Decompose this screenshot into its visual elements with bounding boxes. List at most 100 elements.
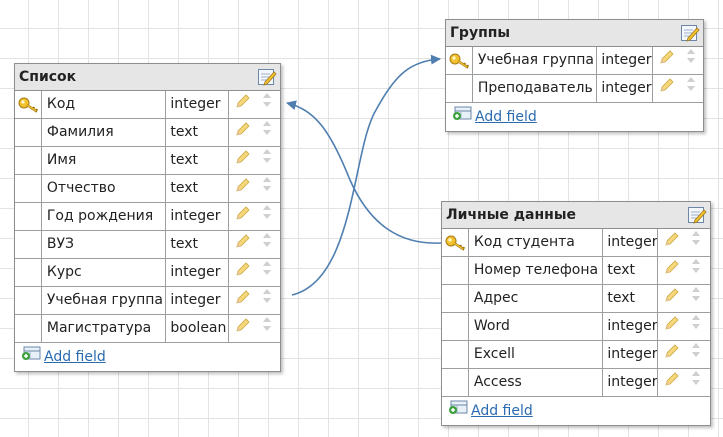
move-field-icon[interactable] — [261, 175, 273, 202]
field-type[interactable]: integer — [166, 259, 230, 286]
table-row[interactable]: Код integer — [15, 91, 280, 119]
table-row[interactable]: Access integer — [442, 369, 710, 397]
field-type[interactable]: integer — [597, 47, 654, 74]
edit-field-pencil-icon[interactable] — [664, 230, 680, 256]
table-row[interactable]: Учебная группа integer — [446, 47, 703, 75]
move-field-icon[interactable] — [690, 313, 702, 340]
move-field-icon[interactable] — [261, 231, 273, 258]
table-row[interactable]: Курс integer — [15, 259, 280, 287]
field-type[interactable]: text — [166, 175, 230, 202]
field-type[interactable]: integer — [166, 91, 230, 118]
edit-field-pencil-icon[interactable] — [664, 314, 680, 340]
table-row[interactable]: ВУЗ text — [15, 231, 280, 259]
move-field-icon[interactable] — [261, 147, 273, 174]
table-title[interactable]: Личные данные — [442, 202, 710, 229]
field-actions — [658, 257, 710, 284]
edit-table-icon[interactable] — [680, 23, 700, 52]
field-name[interactable]: Код студента — [469, 229, 604, 256]
field-name[interactable]: Учебная группа — [473, 47, 598, 74]
field-name[interactable]: Преподаватель — [473, 75, 598, 102]
field-type[interactable]: boolean — [166, 315, 230, 342]
field-name[interactable]: Адрес — [469, 285, 604, 312]
table-row[interactable]: Магистратура boolean — [15, 315, 280, 343]
table-gruppy[interactable]: Группы Учебная группа integer Преподаватель… — [445, 19, 704, 132]
field-name[interactable]: Имя — [42, 147, 167, 174]
field-type[interactable]: text — [603, 285, 659, 312]
field-name[interactable]: Excell — [469, 341, 604, 368]
field-type[interactable]: text — [603, 257, 659, 284]
field-type[interactable]: integer — [603, 313, 659, 340]
edit-field-pencil-icon[interactable] — [659, 48, 675, 74]
add-field-icon[interactable] — [452, 103, 472, 131]
move-field-icon[interactable] — [261, 119, 273, 146]
edit-field-pencil-icon[interactable] — [235, 148, 251, 174]
field-type[interactable]: text — [166, 231, 230, 258]
move-field-icon[interactable] — [690, 285, 702, 312]
field-name[interactable]: Отчество — [42, 175, 167, 202]
field-type[interactable]: text — [166, 119, 230, 146]
add-field-icon[interactable] — [21, 343, 41, 371]
edit-field-pencil-icon[interactable] — [235, 92, 251, 118]
move-field-icon[interactable] — [261, 259, 273, 286]
table-lichnye-dannye[interactable]: Личные данные Код студента integer Номер те… — [441, 201, 711, 426]
field-type[interactable]: integer — [603, 341, 659, 368]
move-field-icon[interactable] — [261, 287, 273, 314]
field-name[interactable]: Год рождения — [42, 203, 167, 230]
move-field-icon[interactable] — [261, 315, 273, 342]
table-row[interactable]: Преподаватель integer — [446, 75, 703, 103]
add-field-link[interactable]: Add field — [471, 397, 533, 425]
edit-field-pencil-icon[interactable] — [664, 342, 680, 368]
edit-field-pencil-icon[interactable] — [664, 286, 680, 312]
table-row[interactable]: Фамилия text — [15, 119, 280, 147]
move-field-icon[interactable] — [261, 203, 273, 230]
edit-field-pencil-icon[interactable] — [235, 288, 251, 314]
move-field-icon[interactable] — [690, 341, 702, 368]
table-row[interactable]: Excell integer — [442, 341, 710, 369]
field-type[interactable]: integer — [166, 203, 230, 230]
edit-field-pencil-icon[interactable] — [664, 370, 680, 396]
field-name[interactable]: Код — [42, 91, 167, 118]
edit-field-pencil-icon[interactable] — [235, 204, 251, 230]
table-spisok[interactable]: Список Код integer Фамилия text Имя text Отчест… — [14, 63, 281, 372]
add-field-icon[interactable] — [448, 397, 468, 425]
table-row[interactable]: Имя text — [15, 147, 280, 175]
field-type[interactable]: integer — [166, 287, 230, 314]
field-type[interactable]: integer — [597, 75, 654, 102]
edit-table-icon[interactable] — [687, 205, 707, 234]
field-name[interactable]: Access — [469, 369, 604, 396]
edit-field-pencil-icon[interactable] — [235, 232, 251, 258]
field-name[interactable]: ВУЗ — [42, 231, 167, 258]
move-field-icon[interactable] — [690, 257, 702, 284]
edit-field-pencil-icon[interactable] — [235, 260, 251, 286]
table-row[interactable]: Номер телефона text — [442, 257, 710, 285]
table-title[interactable]: Группы — [446, 20, 703, 47]
table-row[interactable]: Отчество text — [15, 175, 280, 203]
field-type[interactable]: text — [166, 147, 230, 174]
field-name[interactable]: Магистратура — [42, 315, 167, 342]
field-actions — [229, 259, 280, 286]
edit-field-pencil-icon[interactable] — [235, 176, 251, 202]
table-row[interactable]: Год рождения integer — [15, 203, 280, 231]
edit-field-pencil-icon[interactable] — [664, 258, 680, 284]
table-row[interactable]: Учебная группа integer — [15, 287, 280, 315]
field-type[interactable]: integer — [603, 229, 659, 256]
edit-field-pencil-icon[interactable] — [235, 120, 251, 146]
edit-field-pencil-icon[interactable] — [235, 316, 251, 342]
add-field-link[interactable]: Add field — [44, 343, 106, 371]
table-row[interactable]: Код студента integer — [442, 229, 710, 257]
move-field-icon[interactable] — [685, 75, 697, 102]
edit-field-pencil-icon[interactable] — [659, 76, 675, 102]
table-title[interactable]: Список — [15, 64, 280, 91]
table-row[interactable]: Word integer — [442, 313, 710, 341]
edit-table-icon[interactable] — [257, 67, 277, 96]
field-name[interactable]: Учебная группа — [42, 287, 167, 314]
field-name[interactable]: Фамилия — [42, 119, 167, 146]
table-row[interactable]: Адрес text — [442, 285, 710, 313]
add-field-link[interactable]: Add field — [475, 103, 537, 131]
move-field-icon[interactable] — [690, 369, 702, 396]
field-name[interactable]: Номер телефона — [469, 257, 604, 284]
field-name[interactable]: Word — [469, 313, 604, 340]
field-type[interactable]: integer — [603, 369, 659, 396]
field-name[interactable]: Курс — [42, 259, 167, 286]
primary-key-icon — [442, 229, 469, 256]
